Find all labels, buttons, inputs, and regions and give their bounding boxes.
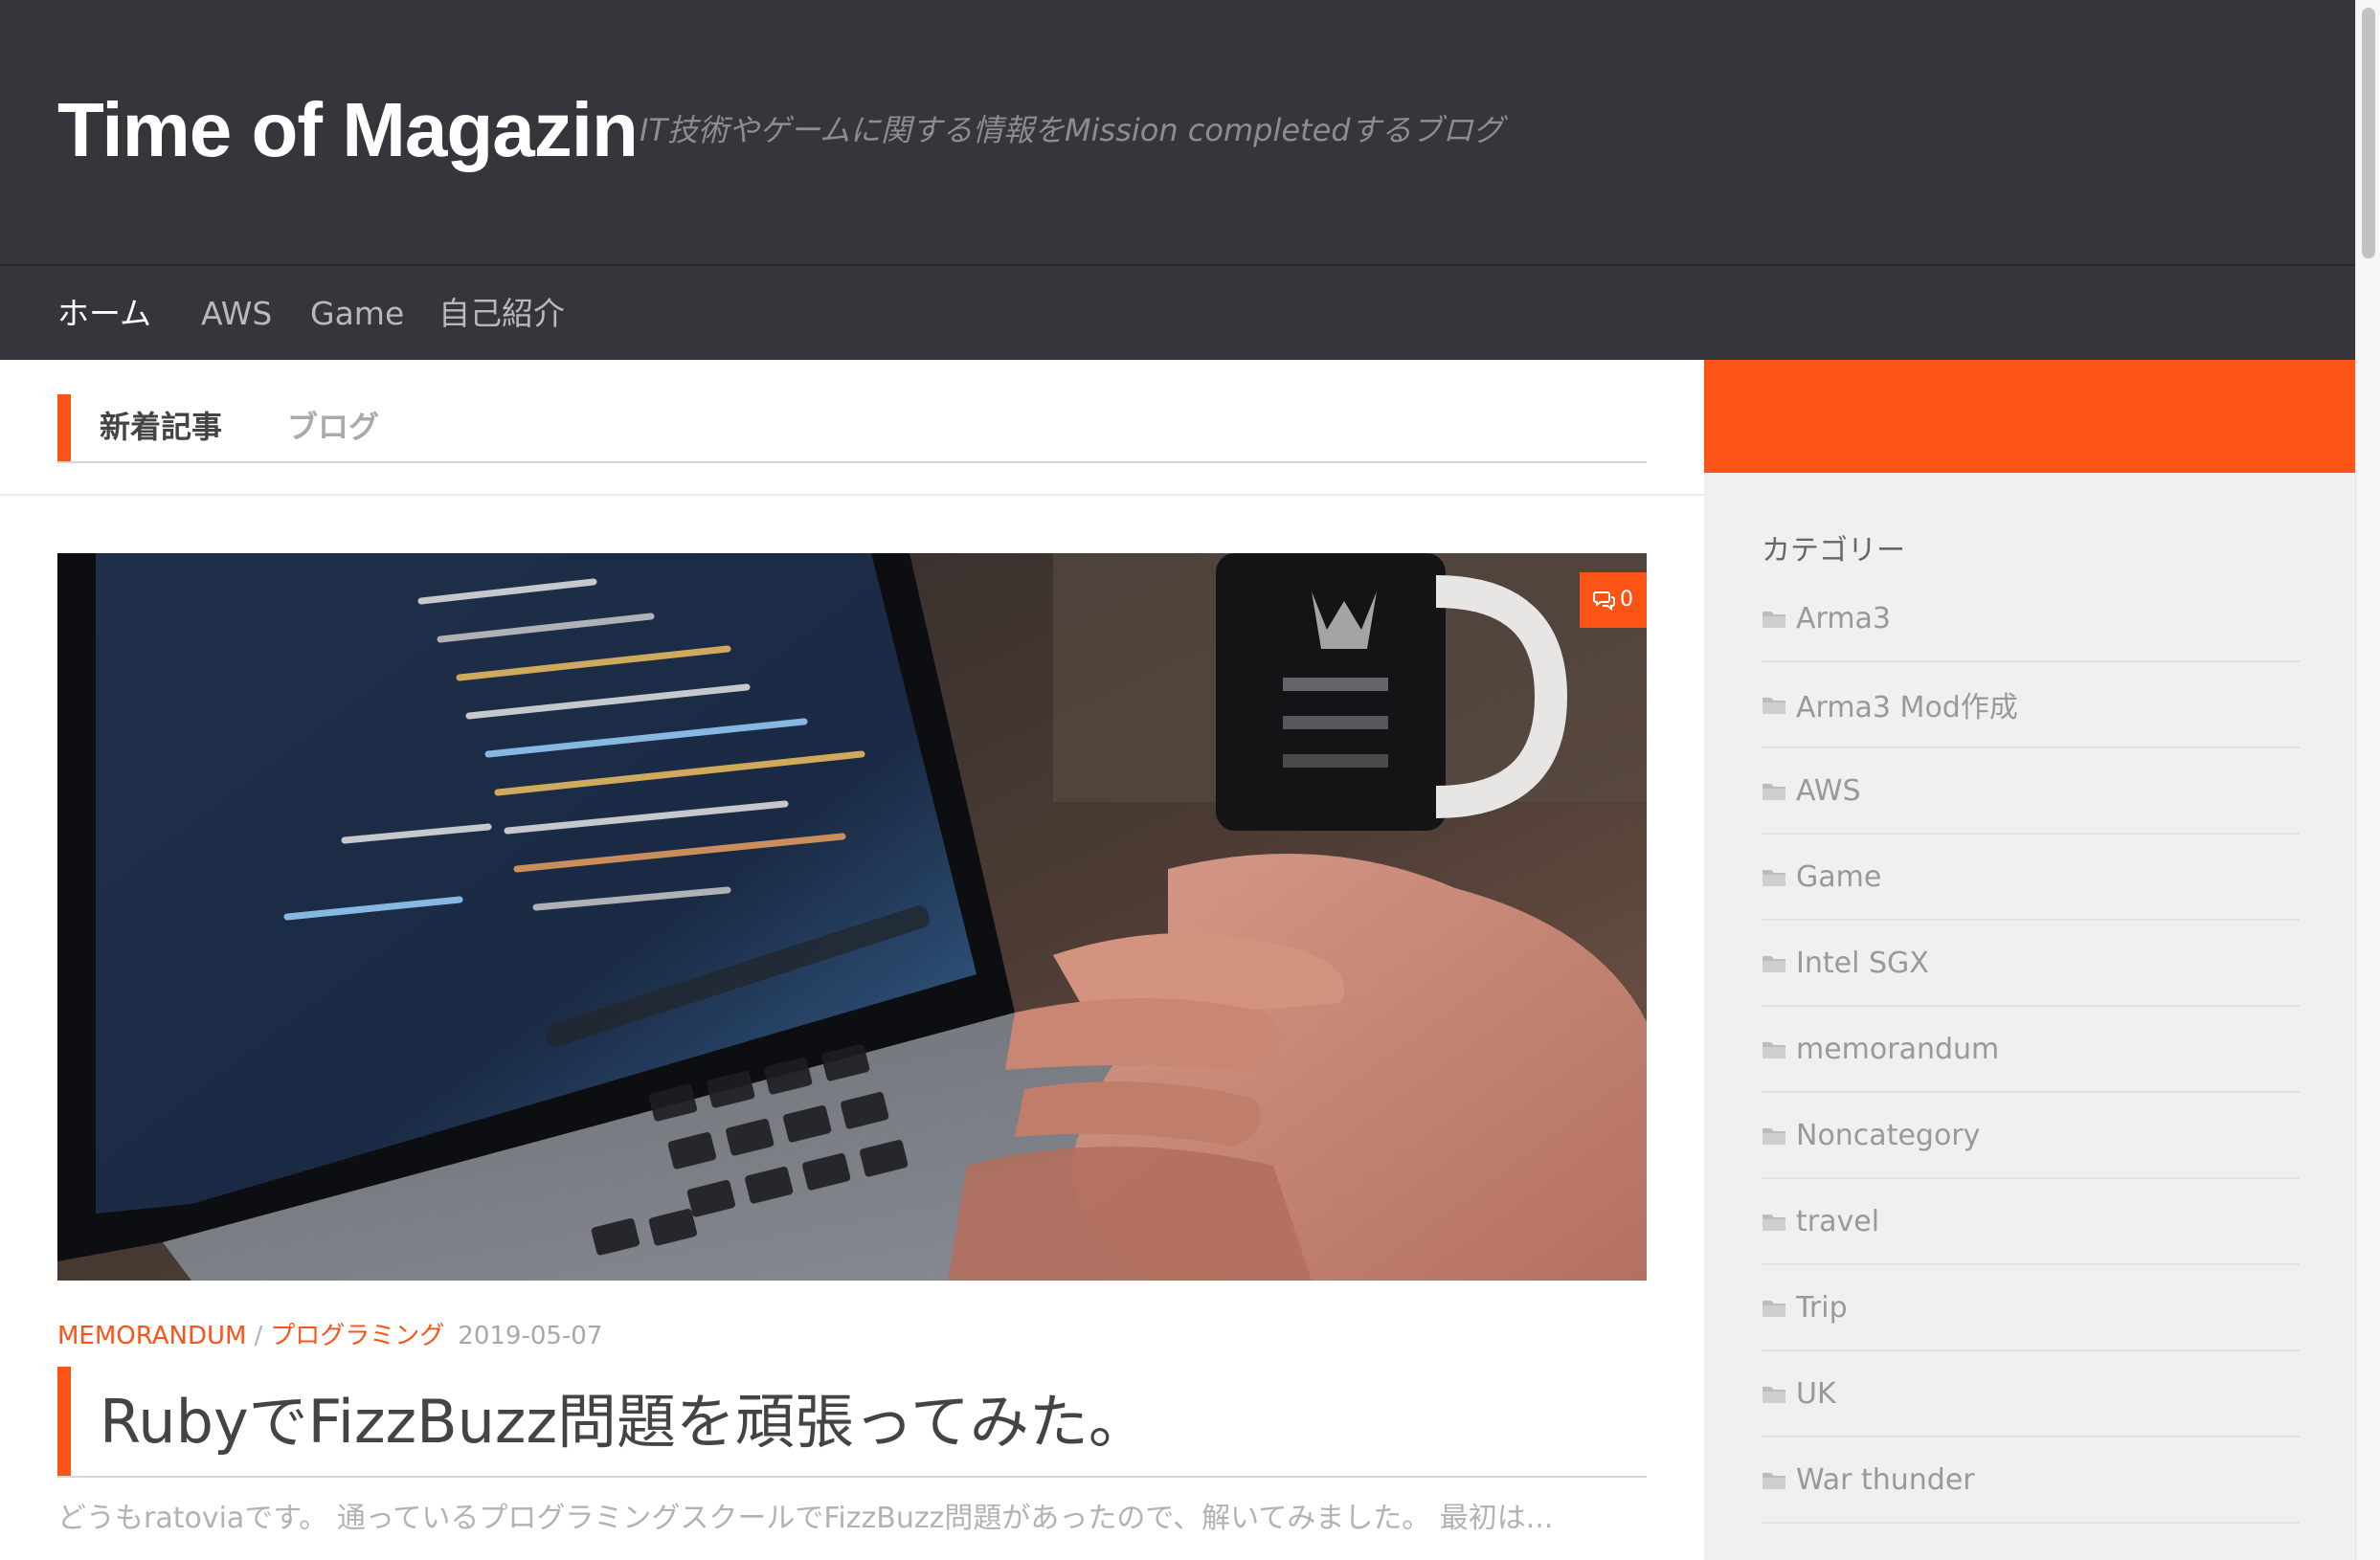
widget-title-categories: カテゴリー (1762, 534, 1905, 568)
sidebar-category-label: Arma3 (1796, 601, 1892, 635)
post-title[interactable]: RubyでFizzBuzz問題を頑張ってみた。 (100, 1386, 1148, 1459)
site-tagline: IT技術やゲームに関する情報をMission completedするブログ (640, 112, 1504, 148)
sidebar-category-label: Noncategory (1796, 1118, 1981, 1152)
folder-icon (1763, 1301, 1785, 1317)
sidebar-category-item[interactable]: Arma3 (1762, 576, 2300, 662)
sidebar-category-label: Intel SGX (1796, 946, 1929, 980)
post-meta: MEMORANDUM / プログラミング 2019-05-07 (57, 1317, 602, 1355)
laptop-coding-photo (57, 553, 1647, 1281)
divider (0, 494, 1704, 496)
scrollbar-thumb[interactable] (2362, 8, 2375, 258)
nav-item-aws[interactable]: AWS (201, 266, 272, 362)
sidebar-category-item[interactable]: Game (1762, 835, 2300, 921)
sidebar-category-label: Game (1796, 859, 1882, 894)
sidebar-category-item[interactable]: UK (1762, 1351, 2300, 1437)
folder-icon (1763, 612, 1785, 628)
sidebar-category-item[interactable]: AWS (1762, 748, 2300, 835)
main-content: 新着記事 ブログ 0 MEMORANDUM / プログラミング 2019-05-… (0, 360, 1704, 1560)
sidebar-category-item[interactable]: Noncategory (1762, 1093, 2300, 1179)
sidebar-category-item[interactable]: Intel SGX (1762, 921, 2300, 1007)
sidebar-category-item[interactable]: travel (1762, 1179, 2300, 1265)
post-title-block: RubyでFizzBuzz問題を頑張ってみた。 (57, 1367, 1647, 1478)
sidebar-category-label: memorandum (1796, 1032, 2000, 1066)
post-thumbnail[interactable]: 0 (57, 553, 1647, 1281)
post-category-link[interactable]: MEMORANDUM (57, 1322, 247, 1350)
nav-item-about[interactable]: 自己紹介 (438, 266, 565, 362)
folder-icon (1763, 1042, 1785, 1059)
comment-count: 0 (1620, 588, 1633, 612)
section-sublabel: ブログ (287, 409, 380, 445)
comment-count-badge[interactable]: 0 (1580, 572, 1647, 628)
folder-icon (1763, 870, 1785, 886)
folder-icon (1763, 784, 1785, 800)
nav-item-home[interactable]: ホーム (57, 266, 151, 362)
folder-icon (1763, 1128, 1785, 1145)
section-heading: 新着記事 ブログ (57, 394, 1647, 463)
page: Time of Magazin IT技術やゲームに関する情報をMission c… (0, 0, 2355, 1560)
post-category-link[interactable]: プログラミング (270, 1322, 444, 1350)
sidebar-category-item[interactable]: memorandum (1762, 1007, 2300, 1093)
folder-icon (1763, 1215, 1785, 1231)
folder-icon (1763, 956, 1785, 972)
main-nav: ホーム AWS Game 自己紹介 (0, 264, 2355, 362)
comments-icon (1593, 591, 1615, 611)
page-scrollbar[interactable] (2355, 0, 2380, 1560)
sidebar-category-item[interactable]: Arma3 Mod作成 (1762, 662, 2300, 748)
site-title[interactable]: Time of Magazin (57, 84, 639, 176)
sidebar-category-label: Trip (1796, 1290, 1848, 1325)
sidebar-category-label: travel (1796, 1204, 1880, 1238)
sidebar-category-label: AWS (1796, 773, 1861, 808)
sidebar-category-label: War thunder (1796, 1462, 1975, 1497)
folder-icon (1763, 1387, 1785, 1403)
sidebar-banner (1704, 360, 2355, 473)
category-separator: / (254, 1322, 263, 1350)
post-excerpt: どうもratoviaです。 通っているプログラミングスクールでFizzBuzz問… (57, 1502, 1554, 1535)
folder-icon (1763, 698, 1785, 714)
post-date: 2019-05-07 (458, 1322, 603, 1350)
sidebar-category-item[interactable]: War thunder (1762, 1437, 2300, 1524)
sidebar-category-label: UK (1796, 1376, 1836, 1411)
folder-icon (1763, 1473, 1785, 1489)
sidebar-category-label: Arma3 Mod作成 (1796, 691, 2018, 724)
site-header: Time of Magazin IT技術やゲームに関する情報をMission c… (0, 0, 2355, 264)
section-accent-bar (57, 394, 71, 461)
section-label: 新着記事 (100, 409, 223, 445)
nav-item-game[interactable]: Game (310, 266, 404, 362)
sidebar-category-item[interactable]: Trip (1762, 1265, 2300, 1351)
category-list: Arma3 Arma3 Mod作成 AWS Game Intel SGX memorand… (1762, 576, 2300, 1524)
sidebar: カテゴリー Arma3 Arma3 Mod作成 AWS Game Intel SGX me… (1704, 360, 2355, 1560)
title-accent-bar (57, 1367, 71, 1476)
